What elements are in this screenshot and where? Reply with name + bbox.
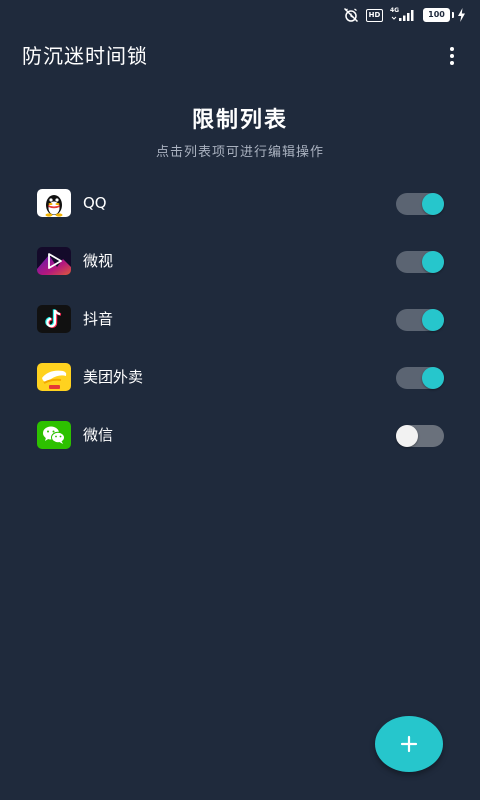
- signal-icon: 4G: [390, 7, 416, 22]
- toggle-knob: [422, 309, 444, 331]
- battery-icon: 100: [423, 8, 454, 22]
- list-item-weishi[interactable]: 微视: [0, 232, 480, 290]
- app-title: 防沉迷时间锁: [22, 44, 148, 68]
- toggle-switch[interactable]: [396, 193, 444, 215]
- menu-dot: [450, 54, 454, 58]
- list-item-qq[interactable]: QQ: [0, 174, 480, 232]
- status-bar: HD 4G 100: [0, 0, 480, 30]
- app-name: 美团外卖: [83, 368, 144, 386]
- app-bar: 防沉迷时间锁: [0, 30, 480, 82]
- app-name: 微信: [83, 426, 114, 444]
- toggle-knob: [422, 367, 444, 389]
- app-name: 抖音: [83, 310, 114, 328]
- list-header: 限制列表 点击列表项可进行编辑操作: [0, 104, 480, 162]
- app-name: 微视: [83, 252, 114, 270]
- menu-dot: [450, 61, 454, 65]
- page-title: 限制列表: [191, 108, 288, 133]
- hd-icon: HD: [366, 8, 383, 22]
- toggle-switch[interactable]: [396, 367, 444, 389]
- status-icons: HD 4G 100: [343, 6, 466, 24]
- toggle-switch[interactable]: [396, 425, 444, 447]
- list-item-douyin[interactable]: 抖音: [0, 290, 480, 348]
- app-name: QQ: [83, 194, 107, 212]
- list-item-wechat[interactable]: 微信: [0, 406, 480, 464]
- douyin-icon: [37, 305, 71, 333]
- plus-icon: [400, 735, 418, 753]
- alarm-off-icon: [343, 7, 359, 23]
- toggle-knob: [422, 251, 444, 273]
- toggle-switch[interactable]: [396, 251, 444, 273]
- qq-icon: [37, 189, 71, 217]
- toggle-knob: [422, 193, 444, 215]
- more-vert-icon[interactable]: [438, 42, 466, 70]
- charging-icon: [458, 8, 465, 22]
- toggle-switch[interactable]: [396, 309, 444, 331]
- menu-dot: [450, 47, 454, 51]
- meituan-waimai-icon: [37, 363, 71, 391]
- toggle-knob: [396, 425, 418, 447]
- add-app-button[interactable]: [375, 716, 443, 772]
- page-subtitle: 点击列表项可进行编辑操作: [155, 145, 324, 160]
- weishi-icon: [37, 247, 71, 275]
- restriction-list: QQ 微视 抖音 美团外卖 微信: [0, 174, 480, 464]
- list-item-meituan-waimai[interactable]: 美团外卖: [0, 348, 480, 406]
- wechat-icon: [37, 421, 71, 449]
